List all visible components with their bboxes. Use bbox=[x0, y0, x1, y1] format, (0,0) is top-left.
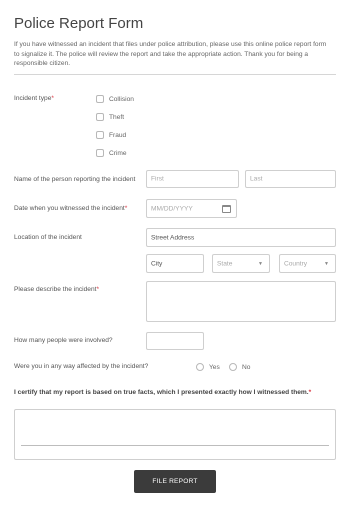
checkbox[interactable] bbox=[96, 95, 104, 103]
first-name-placeholder: First bbox=[151, 175, 164, 183]
last-name-placeholder: Last bbox=[250, 175, 263, 183]
checkbox-theft[interactable]: Theft bbox=[96, 113, 124, 121]
radio-button[interactable] bbox=[196, 363, 204, 371]
checkbox[interactable] bbox=[96, 131, 104, 139]
witness-date-label: Date when you witnessed the incident* bbox=[14, 205, 128, 212]
signature-pad[interactable] bbox=[14, 409, 336, 460]
radio-button[interactable] bbox=[229, 363, 237, 371]
form-title: Police Report Form bbox=[14, 15, 144, 32]
checkbox-fraud[interactable]: Fraud bbox=[96, 131, 126, 139]
people-count-input[interactable] bbox=[146, 332, 204, 350]
description-textarea[interactable] bbox=[146, 281, 336, 322]
certify-label: I certify that my report is based on tru… bbox=[14, 389, 312, 396]
city-placeholder: City bbox=[151, 260, 163, 267]
first-name-input[interactable]: First bbox=[146, 170, 239, 188]
required-asterisk: * bbox=[96, 286, 100, 293]
describe-label: Please describe the incident* bbox=[14, 286, 100, 293]
radio-label: Yes bbox=[209, 363, 220, 371]
header-divider bbox=[14, 74, 336, 75]
radio-no[interactable]: No bbox=[229, 363, 250, 371]
required-asterisk: * bbox=[308, 389, 312, 396]
country-select[interactable]: Country ▼ bbox=[279, 254, 336, 273]
people-involved-label: How many people were involved? bbox=[14, 337, 113, 344]
city-input[interactable]: City bbox=[146, 254, 204, 273]
state-placeholder: State bbox=[217, 260, 233, 267]
checkbox-label: Fraud bbox=[109, 131, 127, 139]
street-address-placeholder: Street Address bbox=[151, 234, 195, 241]
calendar-icon[interactable] bbox=[222, 204, 231, 213]
date-input[interactable]: MM/DD/YYYY bbox=[146, 199, 237, 218]
street-address-input[interactable]: Street Address bbox=[146, 228, 336, 247]
required-asterisk: * bbox=[124, 205, 128, 212]
file-report-button[interactable]: FILE REPORT bbox=[134, 470, 216, 493]
checkbox-label: Theft bbox=[109, 113, 125, 121]
radio-label: No bbox=[242, 363, 251, 371]
checkbox[interactable] bbox=[96, 113, 104, 121]
affected-label: Were you in any way affected by the inci… bbox=[14, 363, 149, 370]
required-asterisk: * bbox=[51, 95, 54, 102]
form-description: If you have witnessed an incident that f… bbox=[14, 41, 327, 67]
incident-type-label: Incident type* bbox=[14, 95, 54, 102]
checkbox-crime[interactable]: Crime bbox=[96, 149, 127, 157]
checkbox-collision[interactable]: Collision bbox=[96, 95, 134, 103]
country-placeholder: Country bbox=[284, 260, 308, 267]
checkbox-label: Collision bbox=[109, 95, 134, 103]
location-label: Location of the incident bbox=[14, 234, 82, 241]
checkbox[interactable] bbox=[96, 149, 104, 157]
checkbox-label: Crime bbox=[109, 149, 127, 157]
radio-yes[interactable]: Yes bbox=[196, 363, 220, 371]
date-placeholder: MM/DD/YYYY bbox=[151, 205, 193, 212]
state-select[interactable]: State ▼ bbox=[212, 254, 270, 273]
reporter-name-label: Name of the person reporting the inciden… bbox=[14, 176, 136, 183]
chevron-down-icon: ▼ bbox=[324, 260, 329, 267]
last-name-input[interactable]: Last bbox=[245, 170, 336, 188]
chevron-down-icon: ▼ bbox=[258, 260, 263, 267]
signature-line bbox=[21, 445, 329, 446]
